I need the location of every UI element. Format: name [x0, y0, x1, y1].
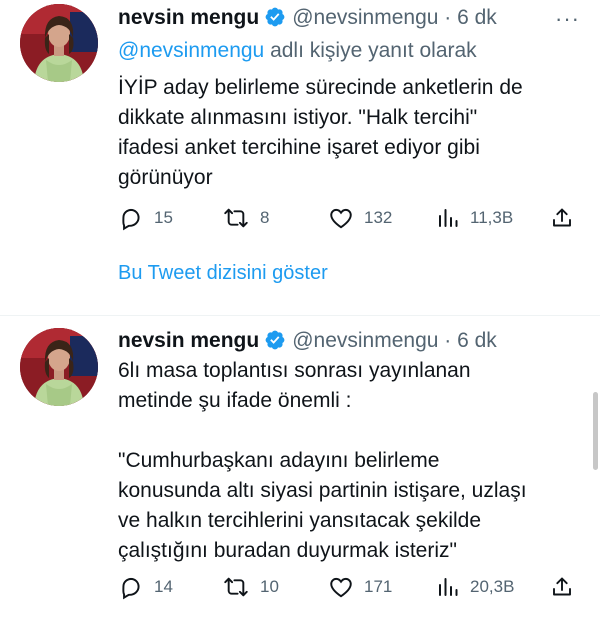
reply-mention-link[interactable]: @nevsinmengu	[118, 39, 264, 62]
retweet-count: 8	[260, 208, 270, 227]
views-icon	[436, 206, 460, 230]
avatar[interactable]	[20, 328, 98, 406]
share-button[interactable]	[550, 203, 574, 233]
like-icon	[328, 574, 354, 600]
scrollbar[interactable]	[593, 392, 598, 470]
like-count: 132	[364, 208, 393, 227]
share-icon	[550, 575, 574, 599]
tweet-text: 6lı masa toplantısı sonrası yayınlanan m…	[118, 359, 527, 562]
show-thread-link[interactable]: Bu Tweet dizisini göster	[118, 258, 328, 288]
tweet-actions: 15 8 132 11,3B	[118, 203, 578, 233]
reply-count: 14	[154, 577, 173, 596]
reply-button[interactable]: 15	[118, 203, 173, 233]
reply-icon	[118, 205, 144, 231]
views-count: 20,3B	[470, 577, 515, 596]
tweet-actions: 14 10 171 20,3B	[118, 572, 578, 602]
reply-context-label: adlı kişiye yanıt olarak	[264, 39, 477, 62]
share-button[interactable]	[550, 572, 574, 602]
reply-context: @nevsinmengu adlı kişiye yanıt olarak	[118, 36, 477, 66]
like-button[interactable]: 171	[328, 572, 392, 602]
retweet-count: 10	[260, 577, 279, 596]
like-icon	[328, 205, 354, 231]
views-button[interactable]: 20,3B	[436, 572, 514, 602]
views-button[interactable]: 11,3B	[436, 203, 513, 233]
reply-icon	[118, 574, 144, 600]
author-name[interactable]: nevsin mengu	[118, 329, 259, 352]
tweet-time[interactable]: · 6 dk	[444, 329, 497, 352]
reply-count: 15	[154, 208, 173, 227]
author-handle[interactable]: @nevsinmengu	[292, 6, 438, 29]
tweet-header: nevsin mengu @nevsinmengu · 6 dk	[118, 326, 497, 356]
avatar[interactable]	[20, 4, 98, 82]
more-options-icon[interactable]: ···	[555, 8, 580, 30]
author-handle[interactable]: @nevsinmengu	[292, 329, 438, 352]
tweet-2[interactable]: nevsin mengu @nevsinmengu · 6 dk 6lı masa…	[0, 316, 600, 636]
like-count: 171	[364, 577, 393, 596]
retweet-icon	[222, 574, 250, 600]
tweet-text: İYİP aday belirleme sürecinde anketlerin…	[118, 76, 523, 189]
tweet-1[interactable]: nevsin mengu @nevsinmengu · 6 dk ··· @nev…	[0, 0, 600, 315]
views-count: 11,3B	[470, 208, 514, 227]
tweet-header: nevsin mengu @nevsinmengu · 6 dk	[118, 3, 497, 33]
retweet-button[interactable]: 10	[222, 572, 279, 602]
reply-button[interactable]: 14	[118, 572, 173, 602]
retweet-icon	[222, 205, 250, 231]
like-button[interactable]: 132	[328, 203, 392, 233]
author-name[interactable]: nevsin mengu	[118, 6, 259, 29]
views-icon	[436, 575, 460, 599]
retweet-button[interactable]: 8	[222, 203, 269, 233]
verified-badge-icon	[264, 6, 286, 37]
tweet-time[interactable]: · 6 dk	[444, 6, 497, 29]
share-icon	[550, 206, 574, 230]
